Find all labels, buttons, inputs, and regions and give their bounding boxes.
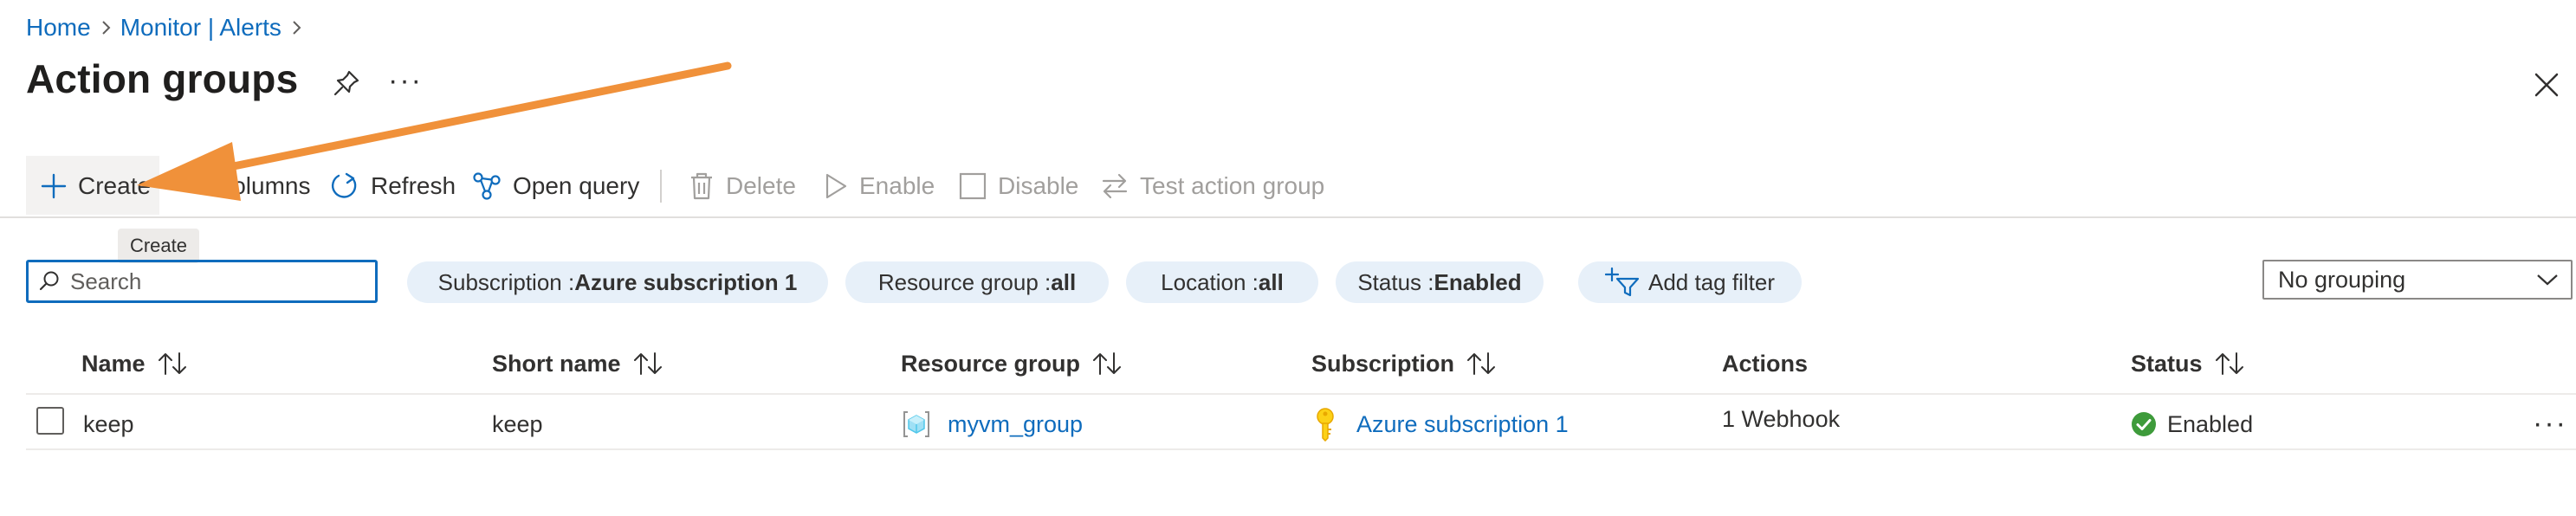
column-header-resource-group[interactable]: Resource group — [901, 346, 1122, 381]
search-input[interactable] — [70, 268, 356, 295]
enable-label: Enable — [859, 172, 935, 199]
check-circle-icon — [2132, 412, 2156, 436]
column-header-subscription[interactable]: Subscription — [1311, 346, 1496, 381]
sort-icon — [1467, 352, 1496, 375]
filter-pill-resource-group[interactable]: Resource group : all — [845, 261, 1109, 303]
swap-arrows-icon — [1102, 173, 1128, 199]
row-resource-group[interactable]: myvm_group — [901, 405, 1083, 443]
row-actions: 1 Webhook — [1722, 405, 1841, 432]
open-query-label: Open query — [513, 172, 640, 199]
delete-label: Delete — [726, 172, 796, 199]
column-header-label: Name — [81, 350, 146, 377]
stop-icon — [959, 172, 987, 200]
trash-icon — [691, 172, 712, 200]
resource-group-link[interactable]: myvm_group — [948, 411, 1083, 438]
filter-value: all — [1258, 268, 1284, 295]
row-subscription[interactable]: Azure subscription 1 — [1313, 405, 1569, 443]
sort-icon — [158, 352, 186, 375]
column-header-short-name[interactable]: Short name — [492, 346, 663, 381]
grouping-select[interactable]: No grouping — [2262, 260, 2573, 300]
add-filter-icon — [1605, 267, 1640, 297]
disable-label: Disable — [998, 172, 1079, 199]
chevron-right-icon — [91, 19, 120, 36]
search-icon — [39, 271, 59, 291]
filter-label: Status : — [1357, 268, 1434, 295]
breadcrumb-monitor-alerts[interactable]: Monitor | Alerts — [120, 14, 282, 42]
column-header-label: Short name — [492, 350, 621, 377]
page-title: Action groups — [26, 56, 299, 101]
row-more-icon[interactable]: ··· — [2533, 407, 2567, 441]
table-header-divider — [26, 393, 2576, 395]
test-action-group-button[interactable]: Test action group — [1100, 166, 1324, 206]
refresh-button[interactable]: Refresh — [329, 166, 456, 206]
breadcrumb-home[interactable]: Home — [26, 14, 91, 42]
filter-value: Azure subscription 1 — [574, 268, 798, 295]
filter-value: Enabled — [1434, 268, 1522, 295]
column-header-name[interactable]: Name — [81, 346, 187, 381]
columns-label: Columns — [215, 172, 311, 199]
filter-label: Subscription : — [437, 268, 575, 295]
resource-group-icon — [903, 411, 929, 437]
row-checkbox[interactable] — [36, 407, 64, 435]
row-name-link[interactable]: keep — [83, 405, 134, 443]
add-tag-filter-button[interactable]: Add tag filter — [1578, 261, 1802, 303]
chevron-right-icon — [282, 19, 311, 36]
delete-button[interactable]: Delete — [688, 166, 796, 206]
test-action-group-label: Test action group — [1140, 172, 1325, 199]
columns-button[interactable]: Columns — [215, 166, 310, 206]
column-header-label: Resource group — [901, 350, 1081, 377]
create-tooltip: Create — [118, 229, 199, 263]
filter-label: Location : — [1161, 268, 1259, 295]
column-header-status[interactable]: Status — [2131, 346, 2244, 381]
subscription-link[interactable]: Azure subscription 1 — [1356, 411, 1569, 438]
pin-icon[interactable] — [331, 68, 362, 99]
add-tag-filter-label: Add tag filter — [1648, 268, 1775, 295]
column-header-actions[interactable]: Actions — [1722, 346, 1808, 381]
sort-icon — [633, 352, 662, 375]
toolbar-divider-line — [0, 216, 2576, 218]
key-icon — [1317, 408, 1334, 442]
query-icon — [473, 172, 501, 200]
grouping-selected: No grouping — [2278, 266, 2406, 293]
filter-pill-status[interactable]: Status : Enabled — [1336, 261, 1544, 303]
create-label: Create — [78, 172, 152, 199]
chevron-down-icon — [2537, 274, 2558, 286]
filter-pill-subscription[interactable]: Subscription : Azure subscription 1 — [407, 261, 828, 303]
create-button[interactable]: Create — [40, 166, 151, 206]
filter-pill-location[interactable]: Location : all — [1126, 261, 1318, 303]
refresh-icon — [331, 172, 357, 198]
sort-icon — [1093, 352, 1122, 375]
more-options-icon[interactable]: ··· — [388, 64, 423, 98]
filter-label: Resource group : — [877, 268, 1052, 295]
column-header-label: Actions — [1722, 350, 1809, 377]
close-icon[interactable] — [2529, 68, 2564, 102]
breadcrumb: Home Monitor | Alerts — [26, 10, 311, 45]
search-box[interactable] — [26, 260, 378, 303]
row-status: Enabled — [2131, 405, 2253, 443]
enable-button[interactable]: Enable — [823, 166, 935, 206]
play-icon — [825, 173, 847, 199]
disable-button[interactable]: Disable — [958, 166, 1078, 206]
refresh-label: Refresh — [371, 172, 456, 199]
table-row-divider — [26, 448, 2576, 450]
column-header-label: Subscription — [1311, 350, 1455, 377]
row-short-name: keep — [492, 410, 543, 437]
sort-icon — [2215, 352, 2243, 375]
toolbar-divider — [660, 170, 662, 203]
plus-icon — [41, 173, 67, 199]
status-label: Enabled — [2167, 410, 2254, 437]
open-query-button[interactable]: Open query — [471, 166, 639, 206]
filter-value: all — [1051, 268, 1077, 295]
column-header-label: Status — [2131, 350, 2203, 377]
